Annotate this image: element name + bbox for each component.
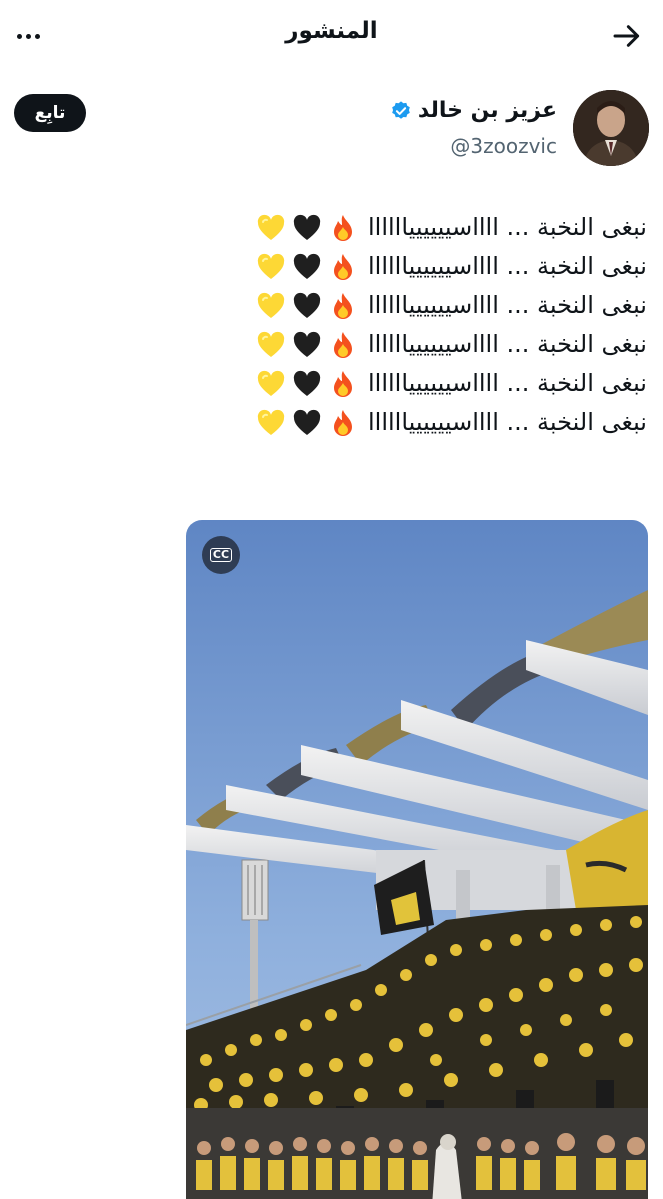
author-name-row[interactable]: عزيز بن خالد <box>390 98 557 123</box>
post-line-text: نبغى النخبة ... ااااسيييييياااااا <box>368 213 647 241</box>
fire-emoji-icon <box>334 292 352 319</box>
black-heart-emoji-icon <box>293 331 321 357</box>
fire-emoji-icon <box>334 370 352 397</box>
black-heart-emoji-icon <box>293 370 321 396</box>
author-display-name: عزيز بن خالد <box>417 98 557 123</box>
verified-badge-icon <box>392 100 410 119</box>
post-line-text: نبغى النخبة ... ااااسيييييياااااا <box>368 330 647 358</box>
black-heart-emoji-icon <box>293 292 321 318</box>
post-line: نبغى النخبة ... ااااسيييييياااااا <box>16 403 647 442</box>
post-line: نبغى النخبة ... ااااسيييييياااااا <box>16 325 647 364</box>
post-line: نبغى النخبة ... ااااسيييييياااااا <box>16 286 647 325</box>
black-heart-emoji-icon <box>293 214 321 240</box>
avatar[interactable] <box>573 90 649 166</box>
post-line: نبغى النخبة ... ااااسيييييياااااا <box>16 208 647 247</box>
post-line-text: نبغى النخبة ... ااااسيييييياااااا <box>368 252 647 280</box>
post-video[interactable]: CC <box>186 520 648 1199</box>
page-title: المنشور <box>285 18 378 44</box>
black-heart-emoji-icon <box>293 253 321 279</box>
author-row: عزيز بن خالد @3zoozvic تابِع <box>14 90 649 170</box>
closed-captions-button[interactable]: CC <box>202 536 240 574</box>
yellow-heart-emoji-icon <box>257 292 285 318</box>
black-heart-emoji-icon <box>293 409 321 435</box>
post-text: نبغى النخبة ... ااااسيييييياااااا نبغى ا… <box>16 208 647 442</box>
post-line: نبغى النخبة ... ااااسيييييياااااا <box>16 364 647 403</box>
post-line: نبغى النخبة ... ااااسيييييياااااا <box>16 247 647 286</box>
stadium-video-frame <box>186 520 648 1199</box>
yellow-heart-emoji-icon <box>257 331 285 357</box>
post-line-text: نبغى النخبة ... ااااسيييييياااااا <box>368 291 647 319</box>
fire-emoji-icon <box>334 253 352 280</box>
post-line-text: نبغى النخبة ... ااااسيييييياااااا <box>368 408 647 436</box>
yellow-heart-emoji-icon <box>257 253 285 279</box>
fire-emoji-icon <box>334 331 352 358</box>
yellow-heart-emoji-icon <box>257 214 285 240</box>
avatar-image <box>573 90 649 166</box>
author-handle[interactable]: @3zoozvic <box>450 134 557 158</box>
yellow-heart-emoji-icon <box>257 370 285 396</box>
back-arrow-icon[interactable] <box>611 20 643 52</box>
post-line-text: نبغى النخبة ... ااااسيييييياااااا <box>368 369 647 397</box>
closed-captions-icon: CC <box>209 548 233 562</box>
fire-emoji-icon <box>334 214 352 241</box>
yellow-heart-emoji-icon <box>257 409 285 435</box>
fire-emoji-icon <box>334 409 352 436</box>
follow-button[interactable]: تابِع <box>14 94 86 132</box>
top-bar: المنشور <box>0 0 663 72</box>
